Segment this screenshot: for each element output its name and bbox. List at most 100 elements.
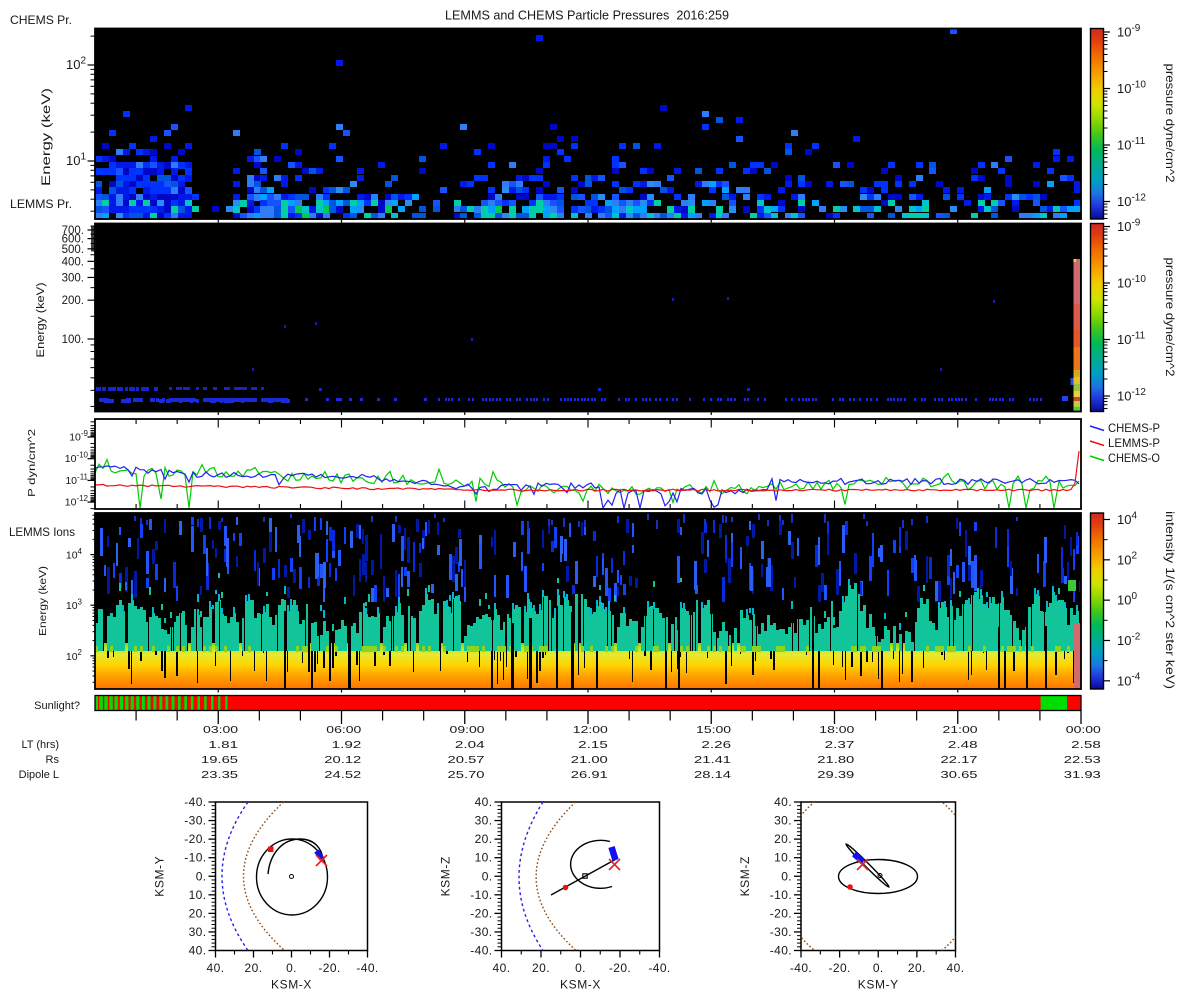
svg-text:-30.: -30. (770, 925, 792, 939)
svg-text:LT (hrs): LT (hrs) (22, 739, 60, 751)
svg-text:40.: 40. (774, 795, 792, 809)
svg-text:-20.: -20. (470, 906, 492, 920)
svg-text:LEMMS Pr.: LEMMS Pr. (10, 197, 72, 211)
svg-text:300.: 300. (62, 272, 84, 284)
svg-text:Energy (keV): Energy (keV) (37, 566, 49, 636)
svg-text:P dyn/cm^2: P dyn/cm^2 (26, 429, 38, 497)
svg-text:20.: 20. (908, 961, 926, 975)
svg-text:-20.: -20. (828, 961, 850, 975)
svg-text:2.15: 2.15 (578, 740, 608, 751)
svg-text:pressure dyne/cm^2: pressure dyne/cm^2 (1163, 258, 1177, 377)
svg-text:KSM-Y: KSM-Y (153, 856, 167, 897)
svg-text:30.: 30. (475, 814, 493, 828)
svg-text:21.41: 21.41 (694, 755, 731, 766)
svg-text:20.: 20. (532, 961, 550, 975)
svg-text:-20.: -20. (609, 961, 631, 975)
svg-text:-10.: -10. (470, 888, 492, 902)
svg-text:0.: 0. (781, 869, 792, 883)
svg-text:21.80: 21.80 (817, 755, 854, 766)
svg-text:0.: 0. (482, 869, 493, 883)
svg-text:2.04: 2.04 (455, 740, 485, 751)
svg-text:100.: 100. (62, 334, 84, 346)
svg-text:20.: 20. (774, 832, 792, 846)
svg-text:-40.: -40. (470, 944, 492, 958)
svg-text:KSM-Y: KSM-Y (858, 978, 899, 992)
svg-text:KSM-X: KSM-X (271, 978, 312, 992)
svg-text:KSM-Z: KSM-Z (439, 856, 453, 896)
svg-text:20.: 20. (475, 832, 493, 846)
svg-text:24.52: 24.52 (324, 770, 361, 781)
svg-text:intensity 1/(s cm^2 ster keV): intensity 1/(s cm^2 ster keV) (1163, 511, 1177, 689)
svg-text:-20.: -20. (184, 832, 206, 846)
svg-text:40.: 40. (475, 795, 493, 809)
svg-text:09:00: 09:00 (450, 725, 485, 736)
svg-text:700.: 700. (62, 225, 84, 237)
svg-text:20.: 20. (189, 906, 207, 920)
svg-text:-30.: -30. (470, 925, 492, 939)
svg-text:18:00: 18:00 (819, 725, 854, 736)
svg-text:-40.: -40. (356, 961, 378, 975)
svg-text:23.35: 23.35 (201, 770, 238, 781)
svg-text:CHEMS-P: CHEMS-P (1108, 421, 1160, 435)
svg-text:LEMMS-P: LEMMS-P (1108, 436, 1160, 450)
svg-text:KSM-X: KSM-X (560, 978, 601, 992)
svg-text:400.: 400. (62, 256, 84, 268)
svg-text:06:00: 06:00 (326, 725, 361, 736)
svg-text:2.58: 2.58 (1071, 740, 1101, 751)
svg-text:10.: 10. (774, 851, 792, 865)
svg-text:Energy (keV): Energy (keV) (39, 88, 53, 186)
svg-text:20.12: 20.12 (324, 755, 361, 766)
svg-text:21.00: 21.00 (571, 755, 608, 766)
svg-text:2.48: 2.48 (948, 740, 978, 751)
svg-text:22.17: 22.17 (941, 755, 978, 766)
svg-text:10.: 10. (475, 851, 493, 865)
svg-text:0.: 0. (873, 961, 884, 975)
svg-text:-40.: -40. (770, 944, 792, 958)
svg-text:Rs: Rs (46, 754, 60, 766)
svg-text:26.91: 26.91 (571, 770, 608, 781)
svg-text:CHEMS Pr.: CHEMS Pr. (10, 13, 72, 27)
svg-text:500.: 500. (62, 244, 84, 256)
svg-text:Energy (keV): Energy (keV) (35, 283, 47, 358)
svg-text:pressure dyne/cm^2: pressure dyne/cm^2 (1163, 64, 1177, 183)
svg-text:-10.: -10. (184, 851, 206, 865)
svg-text:-40.: -40. (184, 795, 206, 809)
svg-text:-40.: -40. (648, 961, 670, 975)
svg-text:03:00: 03:00 (203, 725, 238, 736)
svg-text:12:00: 12:00 (573, 725, 608, 736)
svg-text:25.70: 25.70 (448, 770, 485, 781)
svg-text:20.: 20. (245, 961, 263, 975)
svg-text:1.81: 1.81 (208, 740, 238, 751)
svg-text:20.57: 20.57 (448, 755, 485, 766)
svg-text:-40.: -40. (790, 961, 812, 975)
svg-text:15:00: 15:00 (696, 725, 731, 736)
svg-text:1.92: 1.92 (332, 740, 362, 751)
svg-text:10.: 10. (189, 888, 207, 902)
svg-text:2.26: 2.26 (701, 740, 731, 751)
svg-text:-20.: -20. (318, 961, 340, 975)
svg-text:21:00: 21:00 (943, 725, 978, 736)
svg-text:-20.: -20. (770, 906, 792, 920)
svg-text:29.39: 29.39 (817, 770, 854, 781)
svg-text:22.53: 22.53 (1064, 755, 1101, 766)
svg-text:40.: 40. (947, 961, 965, 975)
svg-text:40.: 40. (207, 961, 225, 975)
svg-text:30.65: 30.65 (941, 770, 978, 781)
svg-text:KSM-Z: KSM-Z (738, 856, 752, 896)
svg-text:-10.: -10. (770, 888, 792, 902)
svg-text:30.: 30. (774, 814, 792, 828)
svg-text:30.: 30. (189, 925, 207, 939)
svg-text:19.65: 19.65 (201, 755, 238, 766)
svg-text:Dipole L: Dipole L (19, 769, 59, 781)
svg-text:40.: 40. (189, 944, 207, 958)
svg-text:-30.: -30. (184, 814, 206, 828)
svg-text:2.37: 2.37 (825, 740, 855, 751)
svg-text:31.93: 31.93 (1064, 770, 1101, 781)
svg-text:LEMMS Ions: LEMMS Ions (9, 525, 75, 539)
svg-text:28.14: 28.14 (694, 770, 731, 781)
svg-text:LEMMS and CHEMS Particle Press: LEMMS and CHEMS Particle Pressures 2016:… (445, 9, 729, 23)
svg-text:0.: 0. (286, 961, 297, 975)
svg-text:00:00: 00:00 (1066, 725, 1101, 736)
svg-text:CHEMS-O: CHEMS-O (1108, 451, 1160, 465)
svg-text:0.: 0. (575, 961, 586, 975)
